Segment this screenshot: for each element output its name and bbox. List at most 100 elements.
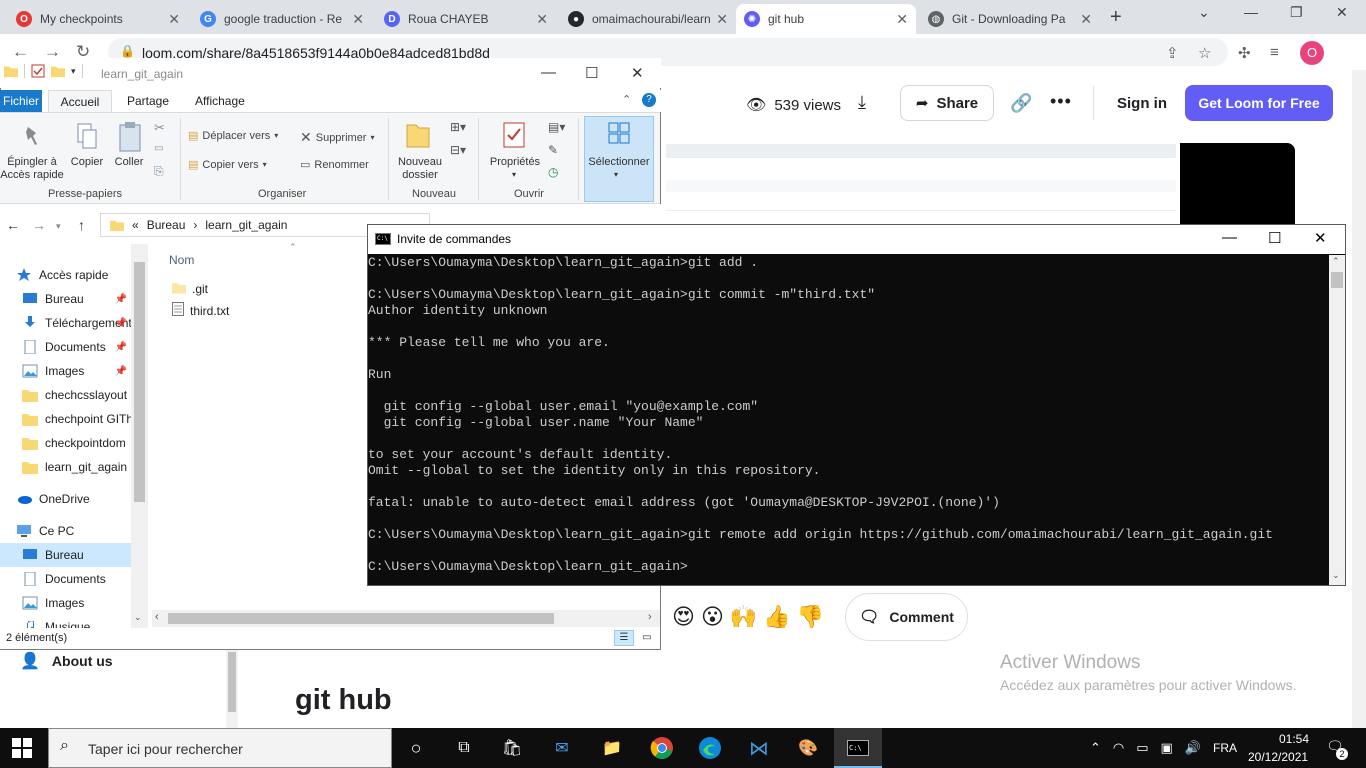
browser-tab[interactable]: ◍ Git - Downloading Pa ✕	[920, 4, 1100, 34]
open-icon[interactable]: ▤▾	[548, 120, 565, 134]
scroll-right-icon[interactable]: ›	[648, 611, 652, 623]
paste-shortcut-icon[interactable]: ⎘	[154, 164, 164, 179]
explorer-forward-icon[interactable]: →	[32, 217, 46, 233]
network-icon[interactable]: ◠	[1113, 740, 1124, 756]
folder-icon[interactable]	[4, 64, 18, 78]
tab-search-icon[interactable]: ⌄	[1198, 4, 1210, 21]
qa-dropdown-icon[interactable]: ▾	[71, 66, 76, 77]
collapse-ribbon-icon[interactable]: ⌃	[622, 93, 631, 106]
browser-tab[interactable]: Ggoogle traduction - Re ✕	[192, 4, 372, 34]
explorer-minimize-button[interactable]: —	[541, 64, 556, 81]
sidebar-item[interactable]: checkpointdom	[0, 431, 131, 455]
new-folder-icon[interactable]	[51, 64, 65, 78]
sidebar-item[interactable]: Documents 📌	[0, 335, 131, 359]
new-item-icon[interactable]: ⊞▾	[450, 120, 466, 134]
cmd-minimize-button[interactable]: —	[1222, 229, 1237, 246]
sidebar-scroll-thumb[interactable]	[228, 652, 236, 712]
paint-icon[interactable]: 🎨	[796, 736, 820, 760]
display-icon[interactable]: ▣	[1161, 740, 1173, 756]
surprised-emoji[interactable]: 😮	[701, 604, 724, 630]
paste-button[interactable]: Coller	[112, 156, 146, 169]
tab-partage[interactable]: Partage	[127, 94, 169, 108]
explorer-maximize-button[interactable]: ☐	[585, 64, 598, 82]
comment-button[interactable]: 🗨 Comment	[845, 593, 968, 641]
raised-hands-emoji[interactable]: 🙌	[730, 604, 757, 630]
nav-scroll-thumb[interactable]	[134, 262, 145, 502]
cmd-maximize-button[interactable]: ☐	[1268, 229, 1281, 247]
cmd-scrollbar[interactable]	[1329, 255, 1345, 585]
new-folder-button[interactable]: Nouveau dossier	[394, 156, 446, 182]
sidebar-item[interactable]: chechcsslayout	[0, 383, 131, 407]
page-scrollbar[interactable]	[1352, 70, 1366, 728]
share-page-icon[interactable]: ⇪	[1166, 44, 1179, 62]
edge-icon[interactable]	[698, 736, 722, 760]
sidebar-item[interactable]: Images	[0, 591, 131, 615]
new-tab-button[interactable]: +	[1110, 6, 1122, 29]
media-icon[interactable]: ≡	[1270, 44, 1279, 61]
cmd-console[interactable]: C:\Users\Oumayma\Desktop\learn_git_again…	[368, 255, 1330, 585]
horizontal-scroll-thumb[interactable]	[168, 613, 554, 624]
taskbar-search-placeholder[interactable]: Taper ici pour rechercher	[88, 741, 243, 757]
close-tab-icon[interactable]: ✕	[536, 11, 548, 28]
cmd-close-button[interactable]: ✕	[1314, 229, 1327, 247]
chrome-icon[interactable]	[650, 736, 674, 760]
breadcrumb-item[interactable]: Bureau	[147, 218, 186, 232]
browser-tab[interactable]: D Roua CHAYEB ✕	[376, 4, 556, 34]
list-item[interactable]: .git	[172, 281, 208, 297]
signin-link[interactable]: Sign in	[1117, 95, 1167, 112]
battery-icon[interactable]: ▭	[1136, 740, 1148, 756]
delete-button[interactable]: ✕ Supprimer ▾	[300, 129, 375, 146]
explorer-close-button[interactable]: ✕	[631, 64, 644, 82]
download-icon[interactable]: ⤓	[858, 92, 866, 113]
easy-access-icon[interactable]: ⊟▾	[450, 143, 466, 157]
recent-locations-icon[interactable]: ▾	[56, 221, 61, 232]
tab-fichier[interactable]: Fichier	[0, 90, 42, 112]
details-view-icon[interactable]: ☰	[614, 630, 634, 646]
vscode-icon[interactable]: ⋈	[747, 736, 771, 760]
pin-quick-access-button[interactable]: Épingler à Accès rapide	[0, 156, 64, 182]
breadcrumb-item[interactable]: learn_git_again	[205, 218, 287, 232]
lock-icon[interactable]: 🔒	[120, 44, 135, 58]
about-us-link[interactable]: 👤 About us	[20, 651, 113, 671]
extensions-icon[interactable]: ✣	[1238, 44, 1251, 62]
properties-dropdown-icon[interactable]: ▾	[512, 170, 516, 179]
copy-to-button[interactable]: ▤ Copier vers ▾	[188, 158, 267, 172]
cortana-icon[interactable]: ○	[404, 736, 428, 760]
minimize-button[interactable]: —	[1244, 4, 1258, 20]
cmd-app-icon[interactable]: C:\	[375, 233, 391, 245]
thumbs-up-emoji[interactable]: 👍	[763, 604, 790, 630]
thumbs-down-emoji[interactable]: 👎	[797, 604, 824, 630]
file-explorer-icon[interactable]: 📁	[600, 736, 624, 760]
sidebar-item[interactable]: Bureau 📌	[0, 287, 131, 311]
sidebar-item[interactable]: Accès rapide	[0, 263, 131, 287]
rename-button[interactable]: ▭ Renommer	[300, 158, 369, 172]
history-icon[interactable]: ◷	[548, 165, 558, 179]
bookmark-star-icon[interactable]: ☆	[1198, 44, 1211, 62]
close-tab-icon[interactable]: ✕	[716, 11, 728, 28]
tab-accueil[interactable]: Accueil	[48, 90, 112, 113]
sidebar-item[interactable]: Ce PC	[0, 519, 131, 543]
share-button[interactable]: ➦ Share	[900, 85, 994, 121]
close-tab-icon[interactable]: ✕	[1080, 11, 1092, 28]
sidebar-item[interactable]: chechpoint GITh	[0, 407, 131, 431]
help-icon[interactable]: ?	[642, 93, 656, 107]
properties-check-icon[interactable]	[31, 64, 45, 78]
copy-path-icon[interactable]: ▭	[154, 143, 163, 154]
cut-icon[interactable]: ✂	[154, 120, 165, 136]
cmd-scroll-thumb[interactable]	[1331, 272, 1343, 288]
up-folder-icon[interactable]: ↑	[78, 217, 85, 233]
sidebar-item[interactable]: Bureau	[0, 543, 131, 567]
close-button[interactable]: ✕	[1336, 4, 1348, 21]
sidebar-item[interactable]: Images 📌	[0, 359, 131, 383]
cmd-taskbar-icon[interactable]: C:\	[846, 736, 870, 760]
list-item[interactable]: third.txt	[172, 302, 229, 319]
mail-icon[interactable]: ✉	[550, 736, 574, 760]
store-icon[interactable]: 🛍	[500, 736, 524, 760]
move-to-button[interactable]: ▤ Déplacer vers ▾	[188, 129, 278, 143]
browser-tab[interactable]: O My checkpoints ✕	[8, 4, 188, 34]
cmd-scroll-down-icon[interactable]: ⌄	[1332, 570, 1340, 581]
explorer-back-icon[interactable]: ←	[6, 217, 20, 233]
browser-tab[interactable]: ● omaimachourabi/learn ✕	[560, 4, 736, 34]
properties-button[interactable]: Propriétés	[486, 156, 544, 169]
copy-link-icon[interactable]: 🔗	[1010, 93, 1032, 114]
